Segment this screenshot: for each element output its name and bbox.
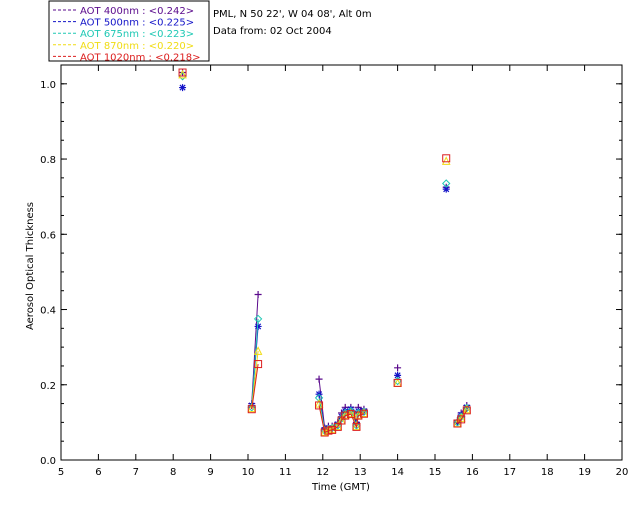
x-tick-label: 16 bbox=[466, 467, 479, 478]
x-tick-label: 5 bbox=[58, 467, 64, 478]
aot-chart: AOT 400nm : <0.242>AOT 500nm : <0.225>AO… bbox=[25, 0, 628, 493]
x-tick-label: 12 bbox=[316, 467, 329, 478]
legend-entry: AOT 870nm : <0.220> bbox=[80, 41, 194, 52]
legend-entry: AOT 500nm : <0.225> bbox=[80, 18, 194, 29]
plot-frame bbox=[60, 64, 623, 461]
station-info: PML, N 50 22', W 04 08', Alt 0m bbox=[213, 9, 372, 20]
legend-entry: AOT 1020nm : <0.218> bbox=[80, 52, 200, 63]
axis-ticks: 5 6 7 8 9 10 11 12 13 14 15 16 17 18 19 20 0.0 0.2 0.4 0.6 0… bbox=[40, 65, 628, 478]
x-tick-label: 17 bbox=[503, 467, 516, 478]
x-tick-label: 6 bbox=[95, 467, 101, 478]
data-point bbox=[179, 84, 187, 92]
legend-entry: AOT 400nm : <0.242> bbox=[80, 6, 194, 17]
legend-entry: AOT 675nm : <0.223> bbox=[80, 29, 194, 40]
series-1 bbox=[179, 69, 471, 432]
data-point bbox=[254, 290, 262, 298]
x-tick-label: 18 bbox=[541, 467, 554, 478]
y-axis-label: Aerosol Optical Thickness bbox=[25, 202, 36, 330]
x-axis-label: Time (GMT) bbox=[311, 482, 370, 493]
series-3 bbox=[178, 72, 471, 435]
data-point bbox=[394, 364, 402, 372]
y-tick-label: 0.0 bbox=[40, 456, 56, 467]
date-info: Data from: 02 Oct 2004 bbox=[213, 26, 332, 37]
x-tick-label: 8 bbox=[170, 467, 176, 478]
series-4 bbox=[178, 69, 472, 436]
y-tick-label: 0.2 bbox=[40, 381, 56, 392]
x-tick-label: 20 bbox=[616, 467, 629, 478]
x-tick-label: 11 bbox=[279, 467, 292, 478]
y-tick-label: 0.4 bbox=[40, 306, 56, 317]
series-5 bbox=[178, 68, 471, 437]
x-tick-label: 9 bbox=[207, 467, 213, 478]
data-point bbox=[315, 375, 323, 383]
x-tick-label: 15 bbox=[429, 467, 442, 478]
y-tick-label: 0.6 bbox=[40, 230, 56, 241]
y-tick-label: 1.0 bbox=[40, 80, 56, 91]
x-tick-label: 19 bbox=[578, 467, 591, 478]
x-tick-label: 14 bbox=[391, 467, 404, 478]
x-tick-label: 7 bbox=[133, 467, 139, 478]
data-point bbox=[441, 156, 451, 165]
y-tick-label: 0.8 bbox=[40, 155, 56, 166]
series-2 bbox=[179, 84, 471, 434]
x-tick-label: 13 bbox=[354, 467, 367, 478]
x-tick-label: 10 bbox=[242, 467, 255, 478]
series-group bbox=[178, 68, 472, 437]
